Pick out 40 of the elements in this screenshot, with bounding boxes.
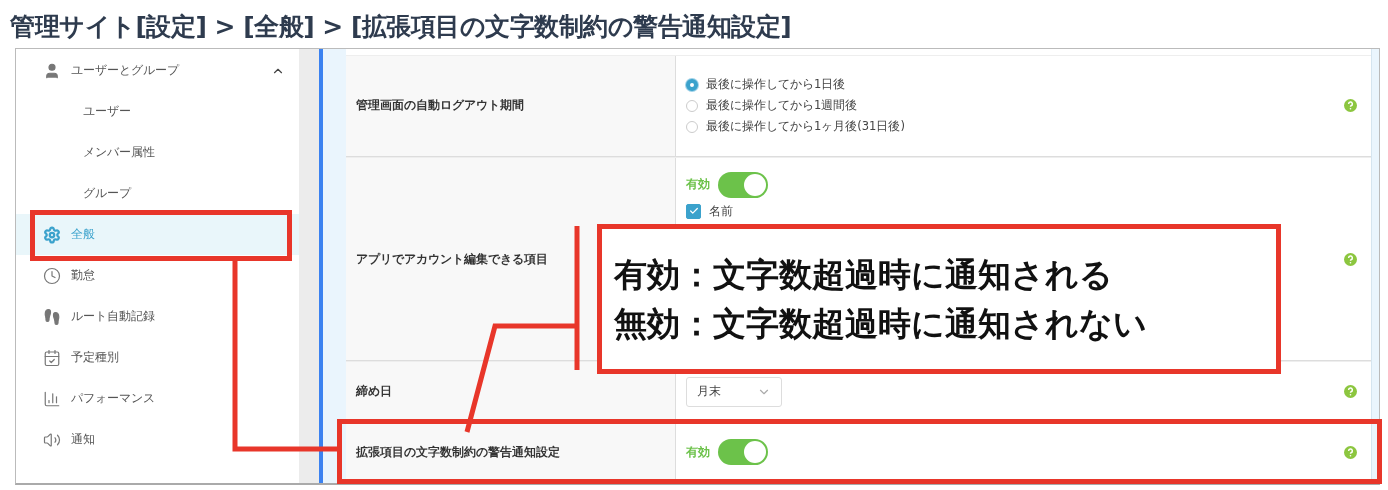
callout-text: 有効：文字数超過時に通知される <box>614 254 1114 296</box>
sidebar-item[interactable]: パフォーマンス <box>16 378 299 419</box>
sidebar-item[interactable]: ユーザー <box>16 91 299 132</box>
check-icon <box>688 206 699 217</box>
radio-option[interactable]: 最後に操作してから1日後 <box>686 77 1344 93</box>
select-field[interactable]: 月末 <box>686 376 782 407</box>
sidebar-item[interactable]: 勤怠 <box>16 255 299 296</box>
clock-icon <box>43 266 61 285</box>
bar-chart-icon <box>43 389 61 408</box>
footprints-icon <box>43 307 61 326</box>
sidebar-item[interactable]: ユーザーとグループ <box>16 50 299 91</box>
speaker-icon <box>43 430 61 449</box>
setting-label: 拡張項目の文字数制約の警告通知設定 <box>346 422 676 482</box>
radio-button[interactable] <box>686 120 698 133</box>
toggle-switch[interactable] <box>718 171 768 198</box>
sidebar-item[interactable]: 予定種別 <box>16 337 299 378</box>
callout-text: 無効：文字数超過時に通知されない <box>614 303 1148 345</box>
help-icon[interactable] <box>1344 99 1357 113</box>
toggle-label: 有効 <box>686 443 710 461</box>
sidebar-item[interactable]: 通知 <box>16 419 299 460</box>
radio-option[interactable]: 最後に操作してから1ヶ月後(31日後) <box>686 119 1344 135</box>
help-icon[interactable] <box>1344 252 1357 266</box>
radio-button[interactable] <box>686 78 698 91</box>
radio-option[interactable]: 最後に操作してから1週間後 <box>686 98 1344 114</box>
radio-button[interactable] <box>686 99 698 112</box>
user-icon <box>43 61 61 80</box>
page-title: 管理サイト[設定] > [全般] > [拡張項目の文字数制約の警告通知設定] <box>9 11 793 43</box>
help-icon[interactable] <box>1344 385 1357 399</box>
help-icon[interactable] <box>1344 445 1357 459</box>
sidebar-item[interactable]: メンバー属性 <box>16 132 299 173</box>
toggle-label: 有効 <box>686 176 710 194</box>
checkbox[interactable] <box>686 203 701 219</box>
sidebar-item[interactable]: ルート自動記録 <box>16 296 299 337</box>
checkbox-label: 名前 <box>709 203 733 219</box>
setting-label: 管理画面の自動ログアウト期間 <box>346 56 676 156</box>
toggle-switch[interactable] <box>718 439 768 466</box>
setting-label: 締め日 <box>346 362 676 421</box>
settings-icon <box>43 225 61 244</box>
sidebar-item[interactable]: グループ <box>16 173 299 214</box>
calendar-check-icon <box>43 348 61 367</box>
